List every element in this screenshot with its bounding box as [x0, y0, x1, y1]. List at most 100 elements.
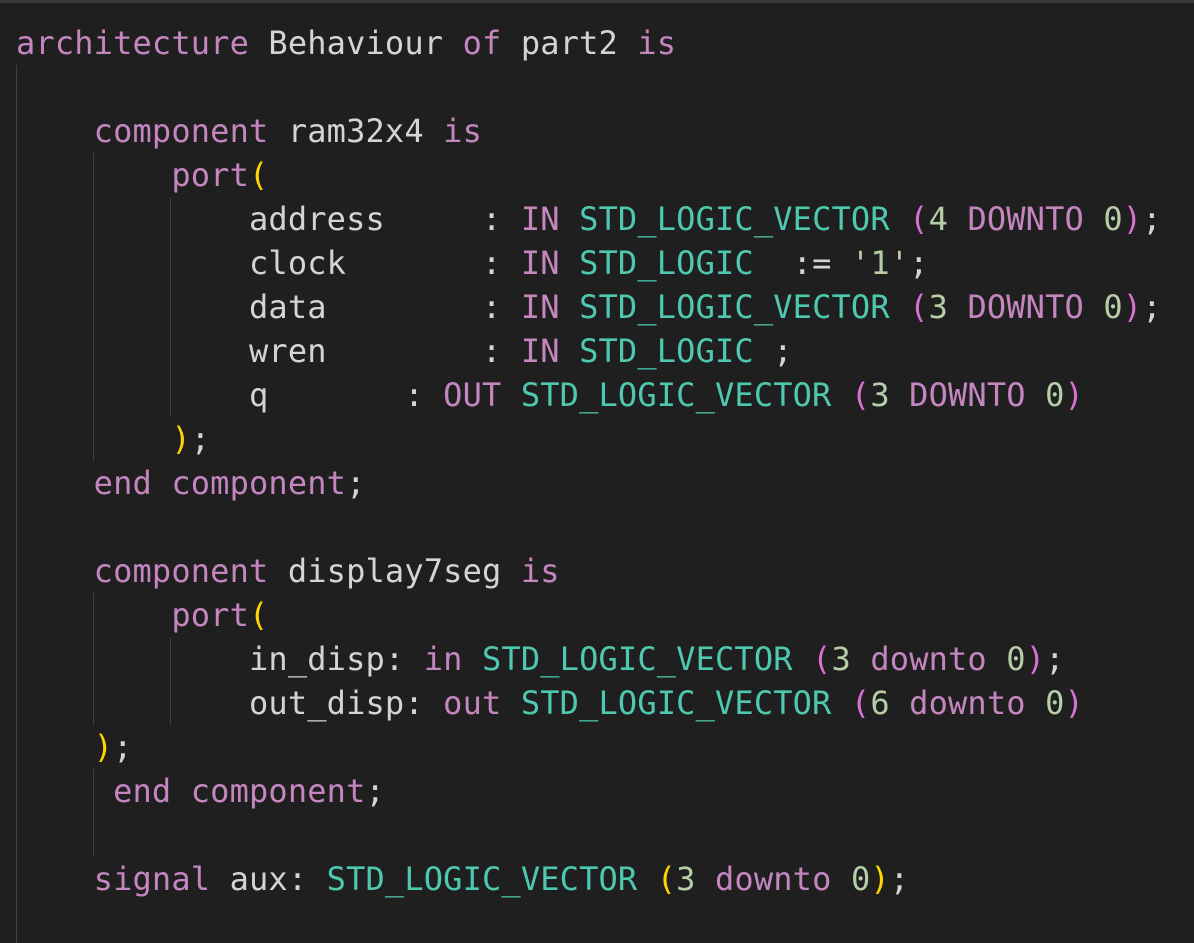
code-token-num: 0: [1103, 200, 1123, 238]
code-token-id: clock :: [249, 244, 521, 282]
code-token-punc: ;: [909, 244, 929, 282]
code-line[interactable]: q : OUT STD_LOGIC_VECTOR (3 DOWNTO 0): [16, 373, 1084, 417]
code-token-paren1: (: [249, 596, 269, 634]
code-token-punc: ;: [365, 772, 385, 810]
code-line[interactable]: architecture Behaviour of part2 is: [16, 21, 676, 65]
code-token-type: STD_LOGIC_VECTOR: [482, 640, 793, 678]
code-token-id: part2: [501, 24, 638, 62]
code-token-kw: OUT: [443, 376, 502, 414]
code-token-kw: architecture: [16, 24, 249, 62]
code-line[interactable]: );: [16, 725, 133, 769]
code-token-kw: of: [462, 24, 502, 62]
code-token-kw: is: [637, 24, 677, 62]
code-token-kw: DOWNTO: [909, 376, 1026, 414]
code-token-kw: is: [520, 552, 560, 590]
code-token-kw: port: [171, 156, 249, 194]
code-token-type: STD_LOGIC: [579, 332, 754, 370]
code-token-kw: component: [171, 464, 347, 502]
code-token-num: 0: [1103, 288, 1123, 326]
code-token-id: out_disp:: [249, 684, 444, 722]
code-token-paren2: ): [1064, 376, 1084, 414]
code-token-kw: is: [443, 112, 483, 150]
code-line[interactable]: data : IN STD_LOGIC_VECTOR (3 DOWNTO 0);: [16, 285, 1162, 329]
code-token-id: ram32x4: [268, 112, 444, 150]
code-line[interactable]: );: [16, 417, 210, 461]
code-token-punc: :=: [753, 244, 851, 282]
code-line[interactable]: clock : IN STD_LOGIC := '1';: [16, 241, 929, 285]
code-token-paren2: ): [1064, 684, 1084, 722]
code-token-num: 0: [850, 860, 871, 898]
code-token-kw: out: [443, 684, 502, 722]
code-line[interactable]: port(: [16, 153, 268, 197]
code-line[interactable]: in_disp: in STD_LOGIC_VECTOR (3 downto 0…: [16, 637, 1065, 681]
code-line[interactable]: component display7seg is: [16, 549, 560, 593]
code-line[interactable]: component ram32x4 is: [16, 109, 482, 153]
code-token-paren1: ): [93, 728, 114, 766]
code-token-kw: downto: [870, 640, 987, 678]
code-token-id: data :: [249, 288, 521, 326]
code-line[interactable]: port(: [16, 593, 268, 637]
code-token-id: display7seg: [268, 552, 521, 590]
code-token-num: 0: [1006, 640, 1026, 678]
code-token-punc: ;: [190, 420, 211, 458]
code-token-num: 0: [1045, 684, 1065, 722]
code-line[interactable]: end component;: [16, 769, 385, 813]
code-token-num: 0: [1045, 376, 1065, 414]
code-token-kw: in: [423, 640, 463, 678]
code-line[interactable]: end component;: [16, 461, 366, 505]
code-token-kw: IN: [520, 332, 560, 370]
code-token-punc: ;: [1142, 288, 1162, 326]
code-line[interactable]: address : IN STD_LOGIC_VECTOR (4 DOWNTO …: [16, 197, 1162, 241]
code-token-type: STD_LOGIC_VECTOR: [579, 200, 890, 238]
code-line[interactable]: wren : IN STD_LOGIC ;: [16, 329, 793, 373]
code-token-paren2: ): [1122, 288, 1143, 326]
code-token-paren2: ): [1025, 640, 1046, 678]
code-token-kw: component: [93, 112, 269, 150]
code-token-num: 3: [870, 376, 890, 414]
code-token-paren2: (: [909, 288, 929, 326]
code-token-kw: end: [93, 464, 152, 502]
code-token-kw: IN: [520, 244, 560, 282]
code-line[interactable]: out_disp: out STD_LOGIC_VECTOR (6 downto…: [16, 681, 1084, 725]
code-token-paren1: ): [171, 420, 191, 458]
code-token-num: 3: [676, 860, 696, 898]
code-line[interactable]: signal aux: STD_LOGIC_VECTOR (3 downto 0…: [16, 857, 909, 901]
code-token-punc: ;: [1142, 200, 1162, 238]
code-token-punc: ;: [753, 332, 793, 370]
code-token-type: STD_LOGIC_VECTOR: [326, 860, 638, 898]
code-token-paren1: ): [870, 860, 890, 898]
code-token-punc: ;: [113, 728, 133, 766]
code-token-id: in_disp:: [249, 640, 424, 678]
code-token-paren2: (: [812, 640, 832, 678]
code-editor[interactable]: architecture Behaviour of part2 is compo…: [0, 3, 1194, 943]
code-token-kw: IN: [520, 288, 560, 326]
